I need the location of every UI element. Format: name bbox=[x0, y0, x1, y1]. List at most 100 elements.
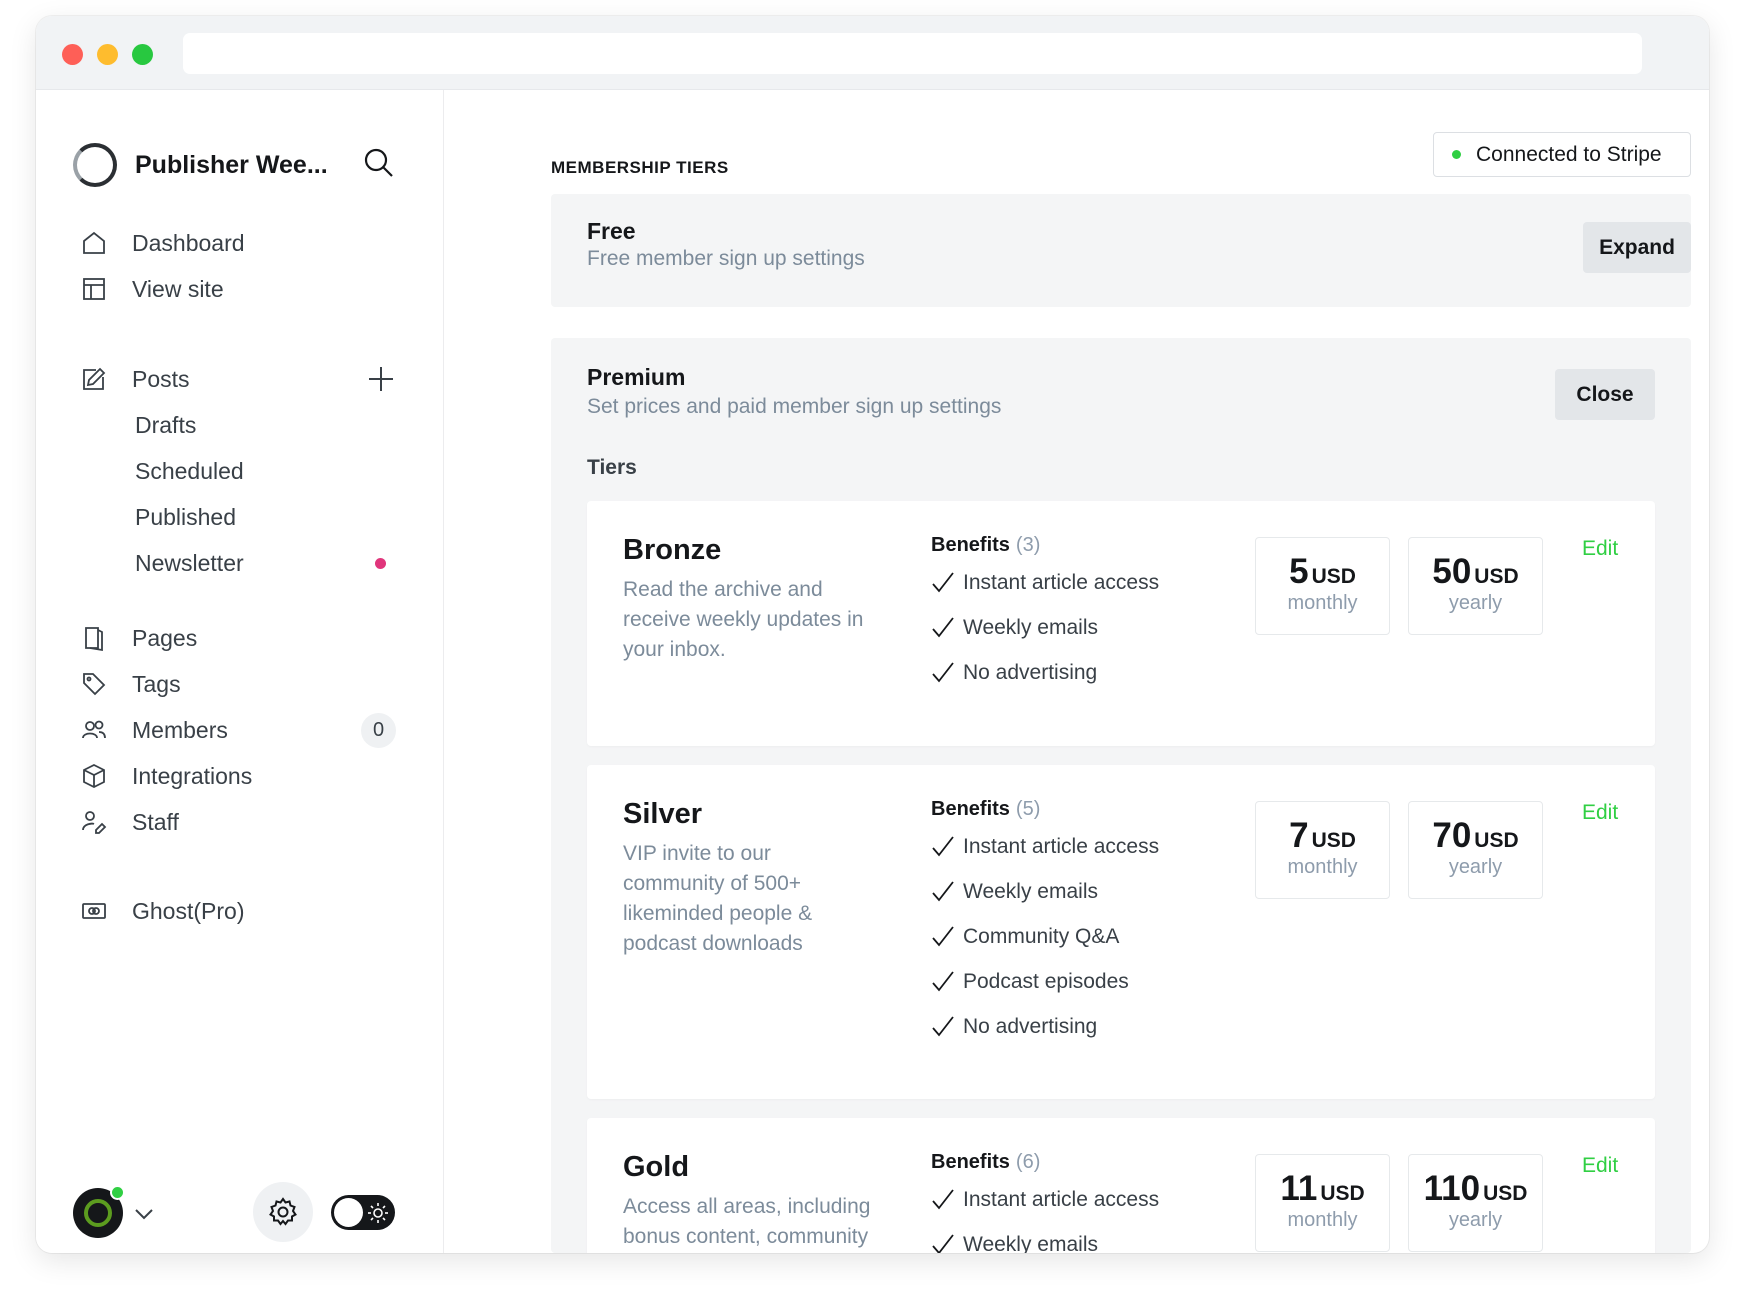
price-period: monthly bbox=[1287, 592, 1358, 614]
sidebar-item-label: View site bbox=[132, 275, 224, 302]
benefits-label: Benefits bbox=[931, 534, 1010, 556]
sidebar-item-label: Dashboard bbox=[132, 229, 245, 256]
price-amount: 11 bbox=[1280, 1169, 1318, 1208]
tier-name: Gold bbox=[623, 1151, 690, 1183]
benefit-label: Weekly emails bbox=[963, 880, 1098, 903]
price-currency: USD bbox=[1474, 829, 1519, 852]
sidebar-item-label: Tags bbox=[132, 670, 181, 697]
expand-button[interactable]: Expand bbox=[1583, 222, 1691, 273]
sidebar-item-label: Members bbox=[132, 716, 228, 743]
edit-tier-link[interactable]: Edit bbox=[1582, 801, 1618, 825]
minimize-window-button[interactable] bbox=[97, 44, 118, 65]
benefits-label: Benefits bbox=[931, 798, 1010, 820]
price-amount: 5 bbox=[1289, 552, 1309, 591]
check-icon bbox=[932, 572, 954, 593]
check-icon bbox=[932, 662, 954, 683]
sidebar-item-staff[interactable]: Staff bbox=[36, 799, 443, 845]
sidebar-subitem-label: Newsletter bbox=[135, 549, 244, 576]
benefit-label: Instant article access bbox=[963, 835, 1160, 858]
sidebar-item-view-site[interactable]: View site bbox=[36, 266, 443, 312]
sidebar-item-drafts[interactable]: Drafts bbox=[36, 402, 443, 448]
sidebar-item-label: Integrations bbox=[132, 762, 253, 789]
sidebar-item-dashboard[interactable]: Dashboard bbox=[36, 220, 443, 266]
site-name: Publisher Wee... bbox=[135, 150, 328, 179]
benefit-item: Weekly emails bbox=[931, 877, 1098, 907]
tag-icon bbox=[83, 673, 106, 696]
benefits-heading: Benefits (5) bbox=[931, 798, 1040, 821]
sidebar-item-label: Ghost(Pro) bbox=[132, 897, 245, 924]
price-period: monthly bbox=[1287, 1209, 1358, 1231]
sidebar-item-members[interactable]: Members 0 bbox=[36, 707, 443, 753]
panel-subtitle: Free member sign up settings bbox=[587, 247, 865, 270]
benefit-item: Podcast episodes bbox=[931, 967, 1129, 997]
sidebar-subitem-label: Drafts bbox=[135, 411, 197, 438]
benefits-count: (3) bbox=[1015, 534, 1041, 556]
check-icon bbox=[932, 881, 954, 902]
check-icon bbox=[932, 926, 954, 947]
gear-icon bbox=[269, 1197, 297, 1226]
price-period: yearly bbox=[1448, 856, 1503, 878]
status-dot bbox=[1452, 150, 1461, 159]
price-amount: 7 bbox=[1289, 816, 1309, 855]
tier-description: Read the archive and receive weekly upda… bbox=[623, 578, 864, 661]
benefit-item: Weekly emails bbox=[931, 1230, 1098, 1253]
panel-title: Free bbox=[587, 218, 636, 244]
sidebar-subitem-label: Published bbox=[135, 503, 237, 530]
maximize-window-button[interactable] bbox=[132, 44, 153, 65]
box-icon bbox=[83, 763, 105, 789]
yearly-price-box: 110 USD yearly bbox=[1408, 1154, 1543, 1252]
check-icon bbox=[932, 1234, 954, 1253]
search-icon[interactable] bbox=[362, 146, 396, 180]
benefits-heading: Benefits (3) bbox=[931, 534, 1040, 557]
site-brand[interactable]: Publisher Wee... bbox=[73, 143, 328, 187]
benefit-item: No advertising bbox=[931, 658, 1097, 688]
close-window-button[interactable] bbox=[62, 44, 83, 65]
tier-description: Access all areas, including bonus conten… bbox=[623, 1195, 871, 1248]
tier-description: VIP invite to our community of 500+ like… bbox=[623, 842, 813, 955]
panel-subtitle: Set prices and paid member sign up setti… bbox=[587, 395, 1002, 418]
benefit-label: Weekly emails bbox=[963, 616, 1098, 639]
benefits-heading: Benefits (6) bbox=[931, 1151, 1040, 1174]
benefit-label: Instant article access bbox=[963, 1188, 1160, 1211]
toggle-knob bbox=[334, 1198, 363, 1227]
pages-icon bbox=[85, 627, 103, 652]
check-icon bbox=[932, 836, 954, 857]
benefit-item: Community Q&A bbox=[931, 922, 1119, 952]
user-avatar[interactable] bbox=[73, 1185, 125, 1238]
check-icon bbox=[932, 1189, 954, 1210]
edit-tier-link[interactable]: Edit bbox=[1582, 537, 1618, 561]
stripe-connection-button[interactable]: Connected to Stripe bbox=[1433, 132, 1691, 177]
monthly-price-box: 11 USD monthly bbox=[1255, 1154, 1390, 1252]
edit-tier-link[interactable]: Edit bbox=[1582, 1154, 1618, 1178]
benefits-count: (6) bbox=[1015, 1151, 1041, 1173]
sidebar-item-integrations[interactable]: Integrations bbox=[36, 753, 443, 799]
sidebar-item-pages[interactable]: Pages bbox=[36, 615, 443, 661]
settings-button[interactable] bbox=[253, 1182, 313, 1242]
browser-window: Publisher Wee... Dashboard View site Pos… bbox=[36, 16, 1709, 1253]
close-button[interactable]: Close bbox=[1555, 369, 1655, 420]
benefits-count: (5) bbox=[1015, 798, 1041, 820]
sidebar-item-published[interactable]: Published bbox=[36, 494, 443, 540]
sidebar-item-ghost-pro[interactable]: Ghost(Pro) bbox=[36, 888, 443, 934]
main-content: MEMBERSHIP TIERS Connected to Stripe Fre… bbox=[445, 90, 1709, 1253]
sidebar-subitem-label: Scheduled bbox=[135, 457, 244, 484]
sidebar-item-label: Posts bbox=[132, 365, 190, 392]
sidebar: Publisher Wee... Dashboard View site Pos… bbox=[36, 90, 444, 1253]
dark-mode-toggle[interactable] bbox=[331, 1195, 395, 1230]
sidebar-item-scheduled[interactable]: Scheduled bbox=[36, 448, 443, 494]
monthly-price-box: 7 USD monthly bbox=[1255, 801, 1390, 899]
site-logo-icon bbox=[73, 143, 117, 187]
chevron-down-icon[interactable] bbox=[132, 1202, 156, 1226]
home-icon bbox=[83, 231, 105, 254]
staff-icon bbox=[82, 811, 107, 834]
sidebar-item-posts[interactable]: Posts bbox=[36, 356, 443, 402]
yearly-price-box: 70 USD yearly bbox=[1408, 801, 1543, 899]
price-currency: USD bbox=[1311, 565, 1356, 588]
sidebar-item-tags[interactable]: Tags bbox=[36, 661, 443, 707]
address-bar[interactable] bbox=[183, 33, 1642, 74]
new-post-plus-icon[interactable] bbox=[366, 364, 396, 394]
newsletter-indicator-dot bbox=[375, 557, 386, 569]
tier-name: Bronze bbox=[623, 534, 722, 566]
sidebar-item-newsletter[interactable]: Newsletter bbox=[36, 540, 443, 586]
tiers-label: Tiers bbox=[587, 456, 637, 479]
